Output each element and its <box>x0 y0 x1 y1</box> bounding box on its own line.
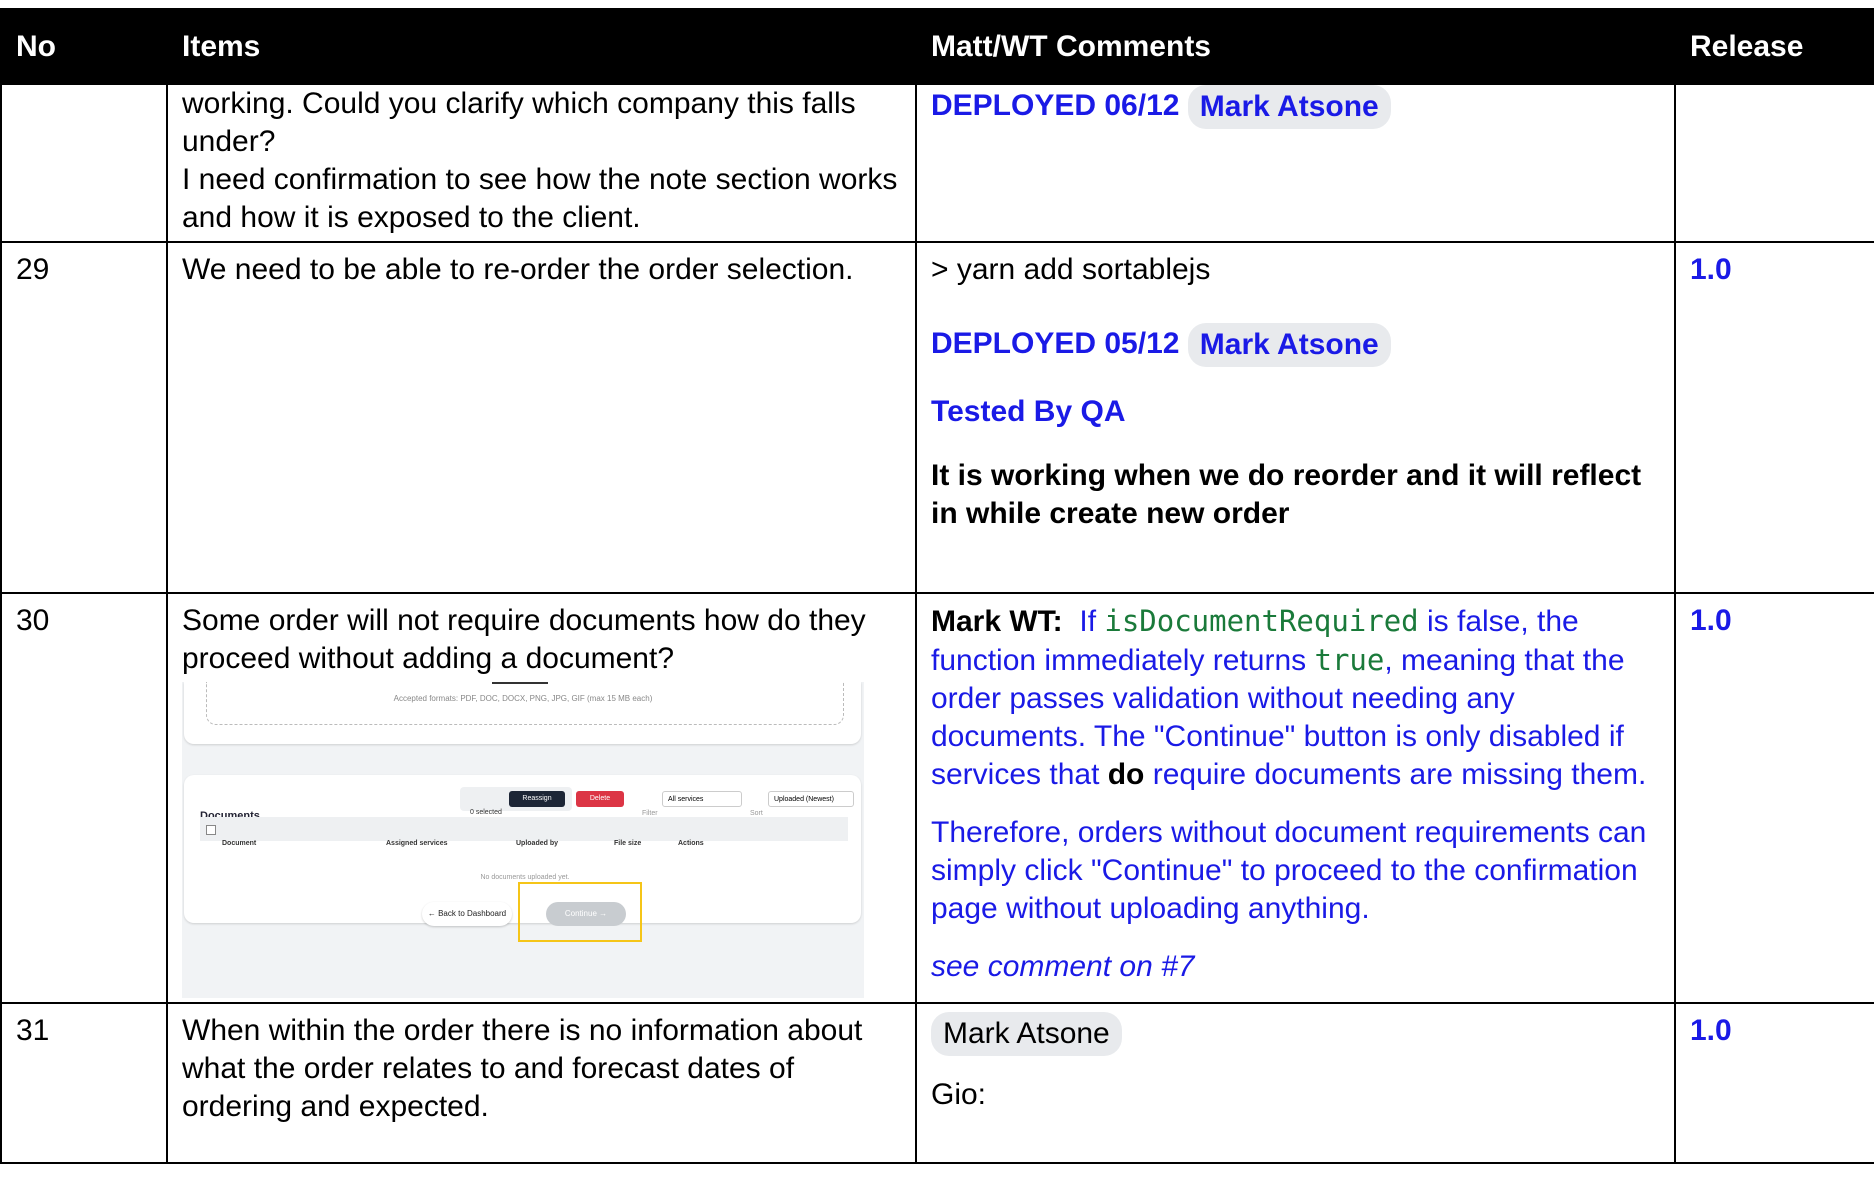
highlight-box <box>518 882 642 942</box>
cell-items: When within the order there is no inform… <box>166 1002 917 1164</box>
back-button[interactable]: ← Back to Dashboard <box>422 902 512 926</box>
deployed-label: DEPLOYED 05/12 <box>931 326 1180 360</box>
col-document: Document <box>222 840 257 847</box>
spreadsheet-wrapper: No Items Matt/WT Comments Release workin… <box>0 8 1874 1193</box>
header-no: No <box>0 8 168 85</box>
col-actions: Actions <box>678 840 704 847</box>
embedded-screenshot: Accepted formats: PDF, DOC, DOCX, PNG, J… <box>182 682 864 998</box>
sort-select[interactable]: Uploaded (Newest) <box>768 791 854 807</box>
command-text: > yarn add sortablejs <box>931 253 1211 286</box>
reassign-button[interactable]: Reassign <box>509 791 565 807</box>
see-comment-link[interactable]: see comment on #7 <box>931 948 1660 986</box>
cell-release: 1.0 <box>1674 592 1874 1004</box>
select-all-checkbox[interactable] <box>206 825 216 835</box>
comment-text: require documents are missing them. <box>1144 758 1647 791</box>
tested-label: Tested By QA <box>931 395 1126 428</box>
cell-release: 1.0 <box>1674 241 1874 594</box>
table-row: 31 When within the order there is no inf… <box>0 1002 1874 1164</box>
cell-no: 29 <box>0 241 168 594</box>
cell-items: We need to be able to re-order the order… <box>166 241 917 594</box>
col-services: Assigned services <box>386 840 448 847</box>
delete-button[interactable]: Delete <box>576 791 624 807</box>
table-row: 29 We need to be able to re-order the or… <box>0 241 1874 594</box>
accepted-formats: Accepted formats: PDF, DOC, DOCX, PNG, J… <box>393 694 653 703</box>
release-value: 1.0 <box>1690 1014 1732 1047</box>
release-value: 1.0 <box>1690 604 1732 637</box>
item-text: working. Could you clarify which company… <box>182 87 856 158</box>
bold-text: do <box>1107 758 1145 791</box>
filter-select[interactable]: All services <box>662 791 742 807</box>
comment-paragraph: Mark WT: If isDocumentRequired is false,… <box>931 602 1660 794</box>
header-row: No Items Matt/WT Comments Release <box>0 8 1874 85</box>
header-comments: Matt/WT Comments <box>915 8 1676 85</box>
header-items: Items <box>166 8 917 85</box>
item-text: Some order will not require documents ho… <box>182 604 866 675</box>
gio-label: Gio: <box>931 1078 987 1111</box>
person-chip[interactable]: Mark Atsone <box>1187 85 1391 129</box>
comment-paragraph: Therefore, orders without document requi… <box>931 816 1647 925</box>
item-text: I need confirmation to see how the note … <box>182 163 898 234</box>
cell-release: 1.0 <box>1674 1002 1874 1164</box>
cell-comments: Mark WT: If isDocumentRequired is false,… <box>915 592 1676 1004</box>
cell-no <box>0 83 168 243</box>
cell-comments: Mark Atsone Gio: <box>915 1002 1676 1164</box>
person-chip[interactable]: Mark Atsone <box>931 1012 1122 1056</box>
qa-note: It is working when we do reorder and it … <box>931 459 1642 530</box>
cell-items: working. Could you clarify which company… <box>166 83 917 243</box>
col-size: File size <box>614 840 642 847</box>
comment-author: Mark WT: <box>931 605 1063 638</box>
comment-text: If <box>1079 605 1105 638</box>
person-chip[interactable]: Mark Atsone <box>1187 323 1391 367</box>
release-value: 1.0 <box>1690 253 1732 286</box>
issues-table: No Items Matt/WT Comments Release workin… <box>0 8 1874 1164</box>
code-span: isDocumentRequired <box>1104 604 1419 638</box>
table-row: 30 Some order will not require documents… <box>0 592 1874 1004</box>
col-uploaded: Uploaded by <box>516 840 559 847</box>
divider <box>492 682 548 684</box>
code-span: true <box>1314 643 1385 677</box>
cell-comments: DEPLOYED 06/12 Mark Atsone <box>915 83 1676 243</box>
cell-release <box>1674 83 1874 243</box>
cell-no: 30 <box>0 592 168 1004</box>
cell-comments: > yarn add sortablejs DEPLOYED 05/12 Mar… <box>915 241 1676 594</box>
table-row: working. Could you clarify which company… <box>0 83 1874 243</box>
cell-no: 31 <box>0 1002 168 1164</box>
deployed-label: DEPLOYED 06/12 <box>931 88 1180 122</box>
cell-items: Some order will not require documents ho… <box>166 592 917 1004</box>
header-release: Release <box>1674 8 1874 85</box>
